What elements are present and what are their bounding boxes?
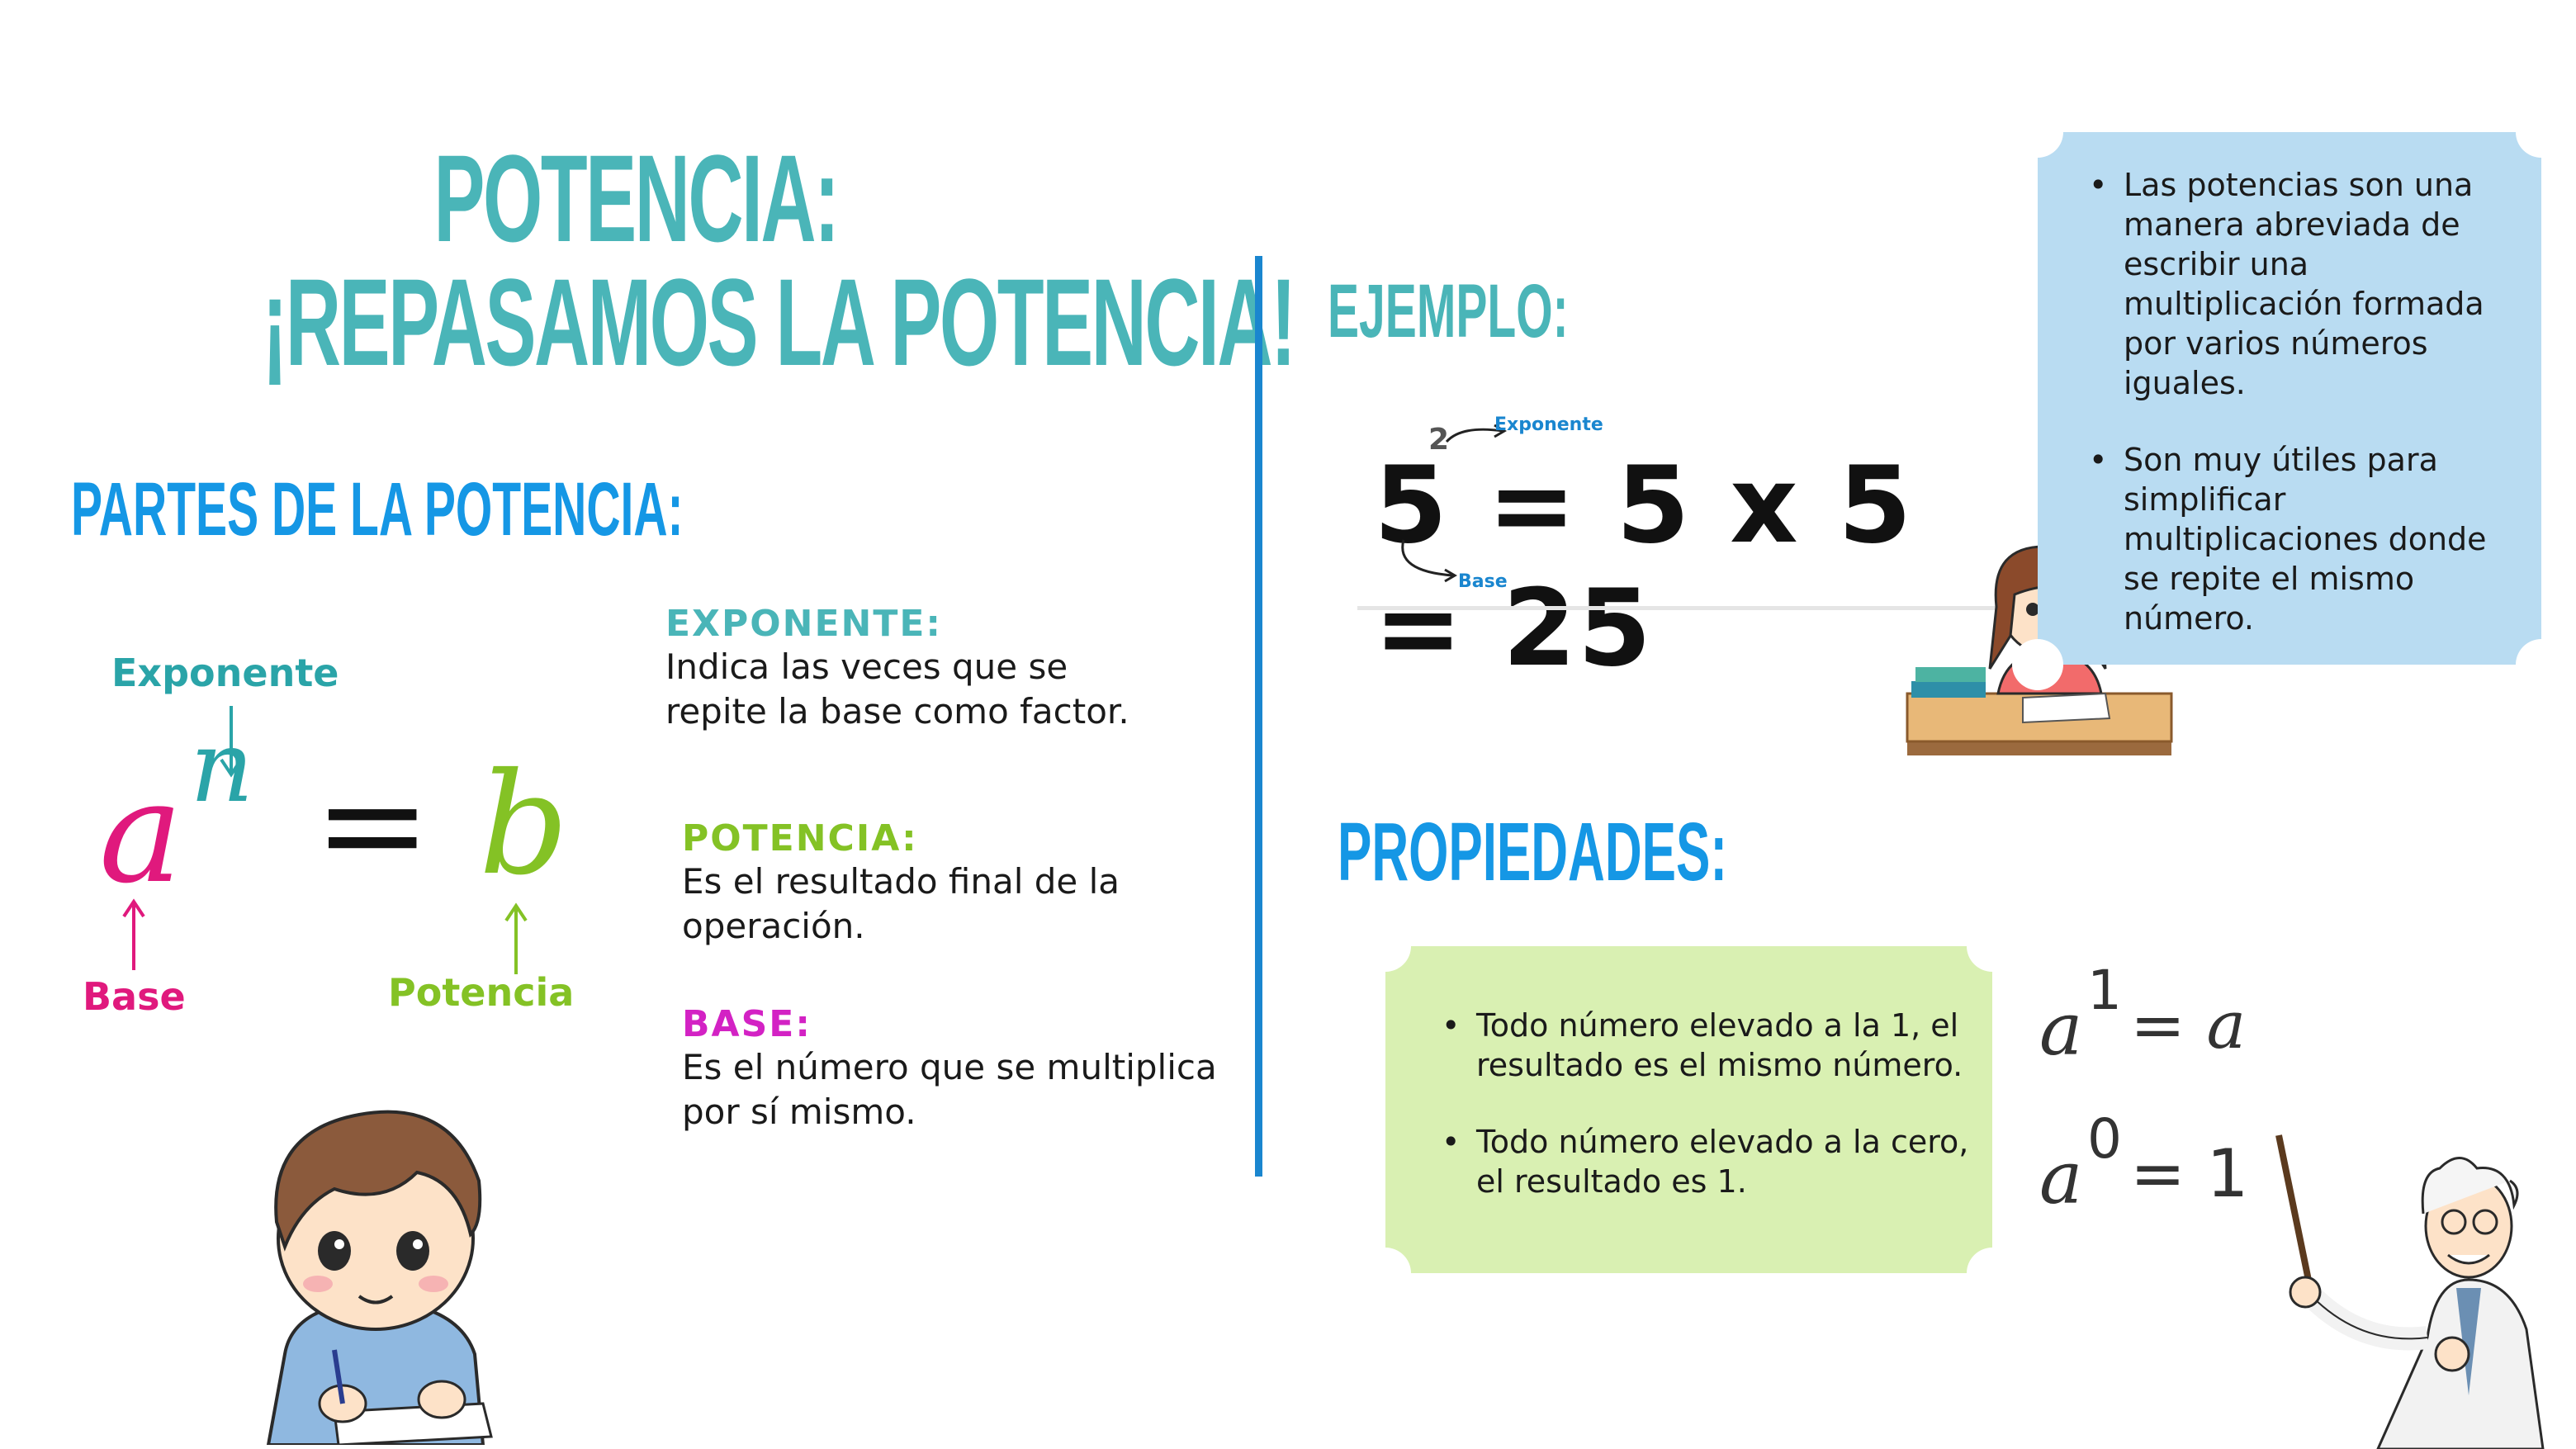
power-parts-diagram: Exponente a n = b Base Potencia xyxy=(66,636,594,1019)
definition-text: Es el número que se multiplica por sí mi… xyxy=(682,1047,1217,1132)
properties-box: Todo número elevado a la 1, el resultado… xyxy=(1360,921,2018,1299)
potencia-arrow-icon xyxy=(504,902,528,974)
info-bullet: Las potencias son una manera abreviada d… xyxy=(2089,165,2502,403)
property-bullet: Todo número elevado a la cero, el result… xyxy=(1442,1122,1970,1201)
ejemplo-heading: EJEMPLO: xyxy=(1328,269,1569,353)
info-bullets: Las potencias son una manera abreviada d… xyxy=(2089,165,2502,638)
properties-bullets: Todo número elevado a la 1, el resultado… xyxy=(1442,1006,1970,1201)
base-label: Base xyxy=(83,974,186,1019)
definition-title: POTENCIA: xyxy=(682,817,918,859)
definition-text: Indica las veces que se repite la base c… xyxy=(665,646,1129,732)
base-symbol: a xyxy=(99,751,183,915)
definition-title: EXPONENTE: xyxy=(665,603,943,645)
propiedades-heading: PROPIEDADES: xyxy=(1338,806,1727,898)
base-pointer-icon xyxy=(1401,539,1457,583)
potencia-label: Potencia xyxy=(388,970,575,1015)
partes-heading: PARTES DE LA POTENCIA: xyxy=(71,467,684,552)
info-bullet: Son muy útiles para simplificar multipli… xyxy=(2089,440,2502,638)
title-line-2: ¡REPASAMOS LA POTENCIA! xyxy=(262,253,1296,391)
definition-text: Es el resultado final de la operación. xyxy=(682,861,1120,946)
formula-rhs: = a xyxy=(2130,987,2247,1063)
base-arrow-icon xyxy=(122,898,145,970)
vertical-divider xyxy=(1255,256,1262,1177)
definition-exponente: EXPONENTE: Indica las veces que se repit… xyxy=(665,603,1194,734)
exponent-symbol: n xyxy=(190,710,254,825)
professor-pointer-illustration xyxy=(2275,1134,2545,1449)
exponent-label: Exponente xyxy=(111,651,339,695)
result-symbol: b xyxy=(479,743,569,907)
formula-base: a xyxy=(2039,1135,2083,1220)
page-title: POTENCIA: ¡REPASAMOS LA POTENCIA! xyxy=(33,129,1296,391)
definition-base: BASE: Es el número que se multiplica por… xyxy=(682,1003,1227,1134)
info-box: Las potencias son una manera abreviada d… xyxy=(2012,107,2567,690)
formula-base: a xyxy=(2039,987,2083,1072)
example-base-label: Base xyxy=(1458,571,1508,592)
property-formula-1: a 1 = a xyxy=(2039,959,2254,1077)
formula-exponent: 1 xyxy=(2087,959,2122,1022)
boy-writing-illustration xyxy=(266,1110,493,1445)
definition-potencia: POTENCIA: Es el resultado final de la op… xyxy=(682,817,1210,949)
equals-sign: = xyxy=(314,743,432,907)
title-line-1: POTENCIA: xyxy=(433,129,840,268)
example-exponent-label: Exponente xyxy=(1494,414,1603,435)
definition-title: BASE: xyxy=(682,1003,812,1045)
formula-rhs: = 1 xyxy=(2130,1135,2249,1212)
property-formula-2: a 0 = 1 xyxy=(2039,1107,2254,1226)
formula-exponent: 0 xyxy=(2087,1107,2122,1171)
property-bullet: Todo número elevado a la 1, el resultado… xyxy=(1442,1006,1970,1085)
